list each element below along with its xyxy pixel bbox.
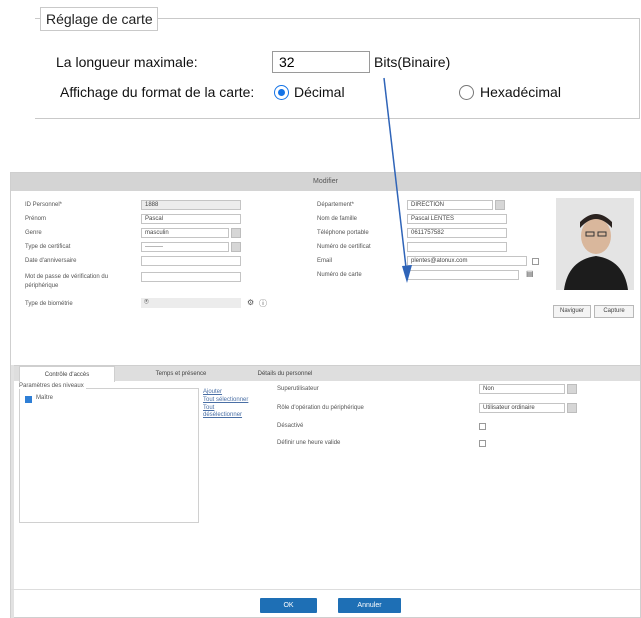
department-select[interactable]: DIRECTION (407, 200, 493, 210)
modal-left-strip (11, 365, 14, 618)
personnel-id-field[interactable]: 1888 (141, 200, 241, 210)
card-settings-legend: Réglage de carte (40, 7, 158, 31)
hexadecimal-option-label: Hexadécimal (480, 84, 561, 100)
level-label: Maître (36, 395, 54, 401)
certificate-number-field[interactable] (407, 242, 507, 252)
setting-label: Définir une heure valide (277, 440, 341, 446)
field-label: Email (317, 258, 333, 264)
settings-icon[interactable]: ⚙ (247, 298, 254, 307)
birthday-field[interactable] (141, 256, 241, 266)
gender-select[interactable]: masculin (141, 228, 229, 238)
ok-button[interactable]: OK (260, 598, 317, 613)
decimal-option-label: Décimal (294, 84, 345, 100)
setting-label: Désactivé (277, 423, 304, 429)
permission-legend: Paramètres des niveaux (19, 383, 86, 389)
field-label: Genre (25, 230, 42, 236)
field-label: Date d'anniversaire (25, 258, 77, 264)
biometric-type-field: ⍟ (141, 298, 241, 308)
field-label: Mot de passe de vérification du périphér… (25, 274, 109, 289)
mobile-phone-field[interactable]: 0611757582 (407, 228, 507, 238)
modal-footer-divider (11, 589, 640, 590)
max-length-input[interactable] (272, 51, 370, 73)
chevron-down-icon[interactable] (567, 384, 577, 394)
browse-button[interactable]: Naviguer (553, 305, 591, 318)
cancel-button[interactable]: Annuler (338, 598, 401, 613)
tab-time-attendance[interactable]: Temps et présence (131, 366, 231, 382)
permission-levels-box (19, 388, 199, 523)
setting-label: Rôle d'opération du périphérique (277, 405, 364, 411)
fingerprint-icon: ⍟ (144, 298, 149, 306)
decimal-radio[interactable] (274, 85, 289, 100)
last-name-field[interactable]: Pascal LENTES (407, 214, 507, 224)
chevron-down-icon[interactable] (231, 228, 241, 238)
email-checkbox[interactable] (532, 258, 539, 265)
field-label: Numéro de carte (317, 272, 362, 278)
field-label: Téléphone portable (317, 230, 369, 236)
field-label: Type de certificat (25, 244, 71, 250)
add-level-link[interactable]: Ajouter (203, 389, 222, 395)
max-length-unit: Bits(Binaire) (374, 54, 451, 70)
email-field[interactable]: plentes@atonux.com (407, 256, 527, 266)
help-icon[interactable]: ⓘ (259, 298, 267, 309)
chevron-down-icon[interactable] (231, 242, 241, 252)
field-label: Numéro de certificat (317, 244, 371, 250)
deselect-all-link[interactable]: Tout désélectionner (203, 405, 255, 419)
superuser-select[interactable]: Non (479, 384, 565, 394)
hexadecimal-radio[interactable] (459, 85, 474, 100)
format-label: Affichage du format de la carte: (60, 84, 255, 100)
tab-personnel-details[interactable]: Détails du personnel (235, 366, 335, 382)
capture-button[interactable]: Capture (594, 305, 634, 318)
first-name-field[interactable]: Pascal (141, 214, 241, 224)
card-reader-icon[interactable]: ▤ (526, 269, 534, 278)
max-length-label: La longueur maximale: (56, 54, 198, 70)
card-number-field[interactable] (407, 270, 519, 280)
field-label: Nom de famille (317, 216, 358, 222)
field-label: Département* (317, 202, 355, 208)
field-label: Prénom (25, 216, 47, 222)
field-label: Type de biométrie (25, 301, 73, 307)
modal-title: Modifier (11, 173, 640, 191)
edit-personnel-modal: Modifier ID Personnel* 1888 Prénom Pasca… (10, 172, 641, 618)
level-checkbox[interactable] (25, 396, 32, 403)
setting-label: Superutilisateur (277, 386, 319, 392)
device-password-field[interactable] (141, 272, 241, 282)
field-label: ID Personnel* (25, 202, 63, 208)
disabled-checkbox[interactable] (479, 423, 486, 430)
valid-time-checkbox[interactable] (479, 440, 486, 447)
modal-tabbar: Contrôle d'accès Temps et présence Détai… (11, 365, 640, 382)
personnel-photo (556, 198, 634, 290)
certificate-type-select[interactable]: --------- (141, 242, 229, 252)
chevron-down-icon[interactable] (495, 200, 505, 210)
tab-access-control[interactable]: Contrôle d'accès (19, 366, 115, 382)
chevron-down-icon[interactable] (567, 403, 577, 413)
device-role-select[interactable]: Utilisateur ordinaire (479, 403, 565, 413)
select-all-link[interactable]: Tout sélectionner (203, 397, 248, 403)
